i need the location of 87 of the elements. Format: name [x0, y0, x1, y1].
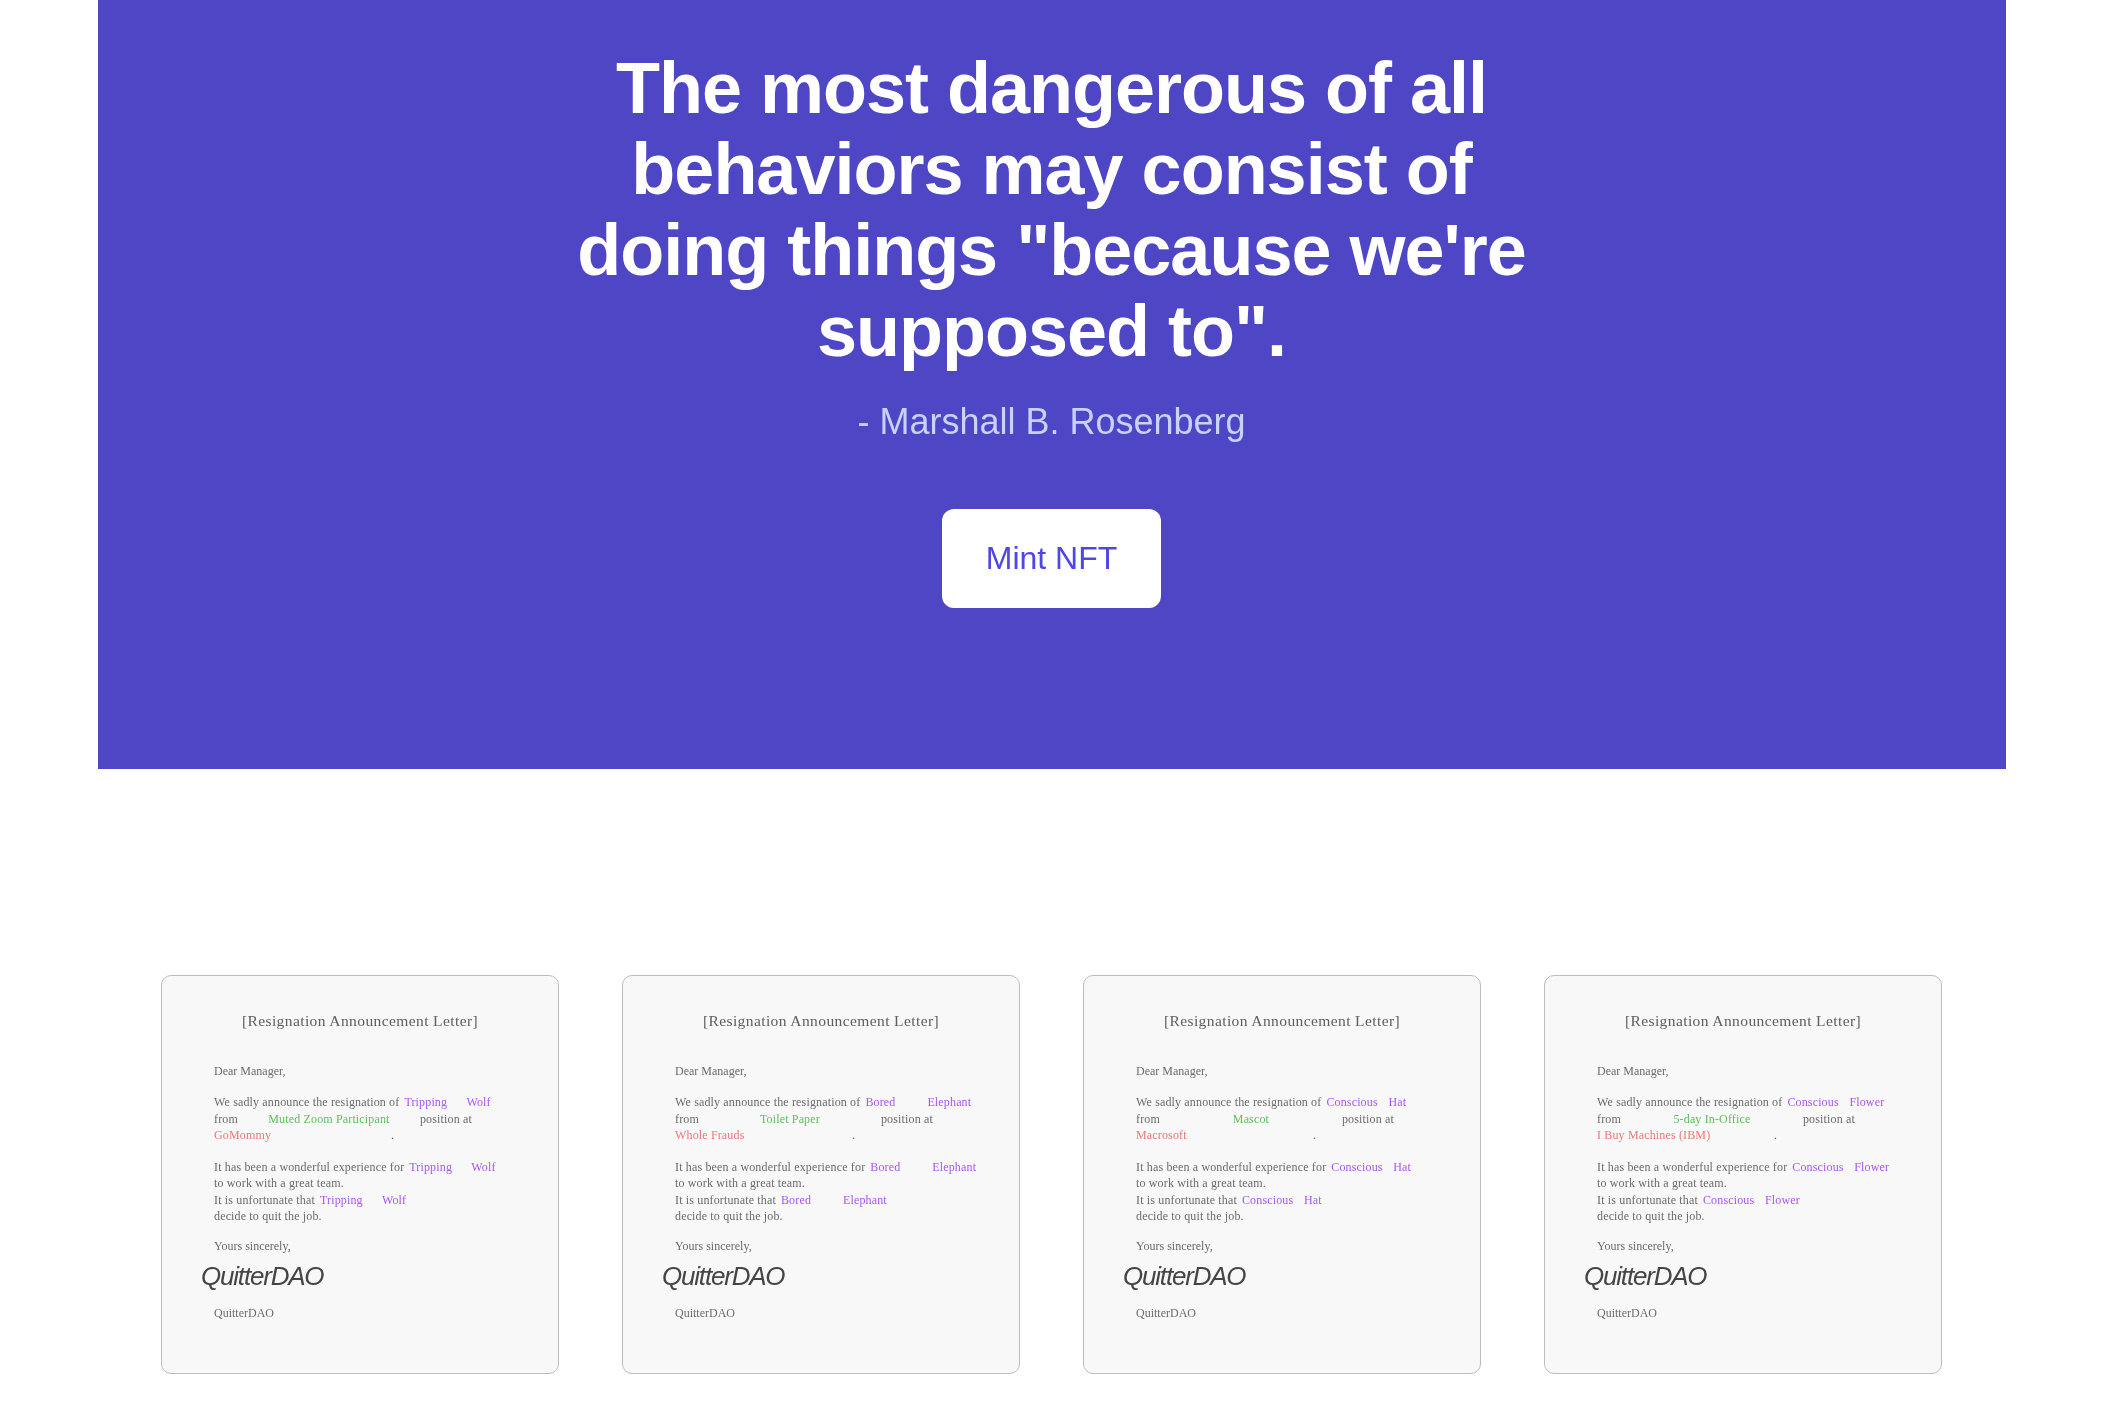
signer-name: QuitterDAO — [214, 1305, 274, 1320]
letter-greeting: Dear Manager, — [214, 1064, 286, 1078]
letter-text: It has been a wonderful experience for — [1597, 1159, 1788, 1174]
resignee-name: Conscious — [1241, 1192, 1294, 1207]
letter-text: to work with a great team. — [1136, 1176, 1266, 1190]
letter-greeting: Dear Manager, — [675, 1064, 747, 1078]
resignee-name: Conscious — [1331, 1159, 1383, 1174]
resignee-name: Conscious — [1792, 1159, 1844, 1174]
resignee-name: Flower — [1849, 1095, 1885, 1109]
letter-title: [Resignation Announcement Letter] — [1624, 1012, 1862, 1029]
signer-name: QuitterDAO — [1136, 1305, 1196, 1320]
resignee-name: Flower — [1764, 1192, 1800, 1207]
job-title: 5-day In-Office — [1673, 1111, 1751, 1126]
resignee-name: Tripping — [409, 1159, 453, 1174]
letter-text: It has been a wonderful experience for — [1136, 1159, 1327, 1174]
resignee-name: Flower — [1854, 1159, 1890, 1174]
resignee-name: Bored — [780, 1192, 812, 1207]
job-title: Mascot — [1232, 1111, 1270, 1126]
letter-text: It has been a wonderful experience for — [214, 1159, 405, 1174]
letter-text: We sadly announce the resignation of — [675, 1095, 861, 1109]
quote-heading: The most dangerous of all behaviors may consist of doing things "because we're supposed to". — [576, 48, 1527, 372]
letter-closing: Yours sincerely, — [214, 1238, 291, 1253]
letter-greeting: Dear Manager, — [1597, 1064, 1669, 1078]
letter-text: position at — [880, 1111, 933, 1126]
letter-text: . — [391, 1128, 395, 1142]
resignee-name: Wolf — [381, 1192, 407, 1207]
resignee-name: Elephant — [842, 1192, 887, 1207]
letter-text: It has been a wonderful experience for — [675, 1159, 866, 1174]
resignee-name: Hat — [1393, 1159, 1412, 1174]
signature-text: QuitterDAO — [1123, 1260, 1246, 1291]
letter-text: from — [1136, 1111, 1160, 1126]
letter-text: We sadly announce the resignation of — [214, 1095, 400, 1109]
company-name: GoMommy — [214, 1128, 272, 1142]
resignee-name: Conscious — [1326, 1095, 1378, 1109]
signature-text: QuitterDAO — [1584, 1260, 1707, 1291]
letter-text: position at — [1802, 1111, 1855, 1126]
letter-text: decide to quit the job. — [1136, 1209, 1244, 1223]
signature-text: QuitterDAO — [201, 1260, 324, 1291]
resignee-name: Tripping — [404, 1095, 448, 1109]
job-title: Muted Zoom Participant — [268, 1111, 390, 1126]
letter-text: from — [1597, 1111, 1621, 1126]
letter-closing: Yours sincerely, — [1597, 1238, 1674, 1253]
resignee-name: Elephant — [932, 1159, 977, 1174]
letter-text: It is unfortunate that — [214, 1192, 315, 1207]
company-name: Whole Frauds — [675, 1128, 745, 1142]
quote-author: - Marshall B. Rosenberg — [857, 400, 1246, 444]
letter-text: . — [1774, 1128, 1778, 1142]
mint-nft-button[interactable]: Mint NFT — [942, 509, 1161, 608]
resignee-name: Elephant — [927, 1095, 972, 1109]
letter-text: . — [852, 1128, 856, 1142]
resignee-name: Bored — [870, 1159, 901, 1174]
signature-text: QuitterDAO — [662, 1260, 785, 1291]
resignee-name: Hat — [1388, 1095, 1407, 1109]
letter-text: position at — [419, 1111, 472, 1126]
company-name: Macrosoft — [1136, 1128, 1187, 1142]
letter-greeting: Dear Manager, — [1136, 1064, 1208, 1078]
letter-text: decide to quit the job. — [675, 1209, 783, 1223]
resignee-name: Conscious — [1702, 1192, 1755, 1207]
letter-text: from — [214, 1111, 238, 1126]
letter-text: to work with a great team. — [1597, 1176, 1727, 1190]
letter-text: to work with a great team. — [214, 1176, 344, 1190]
letter-text: It is unfortunate that — [1136, 1192, 1237, 1207]
letter-text: It is unfortunate that — [1597, 1192, 1698, 1207]
job-title: Toilet Paper — [759, 1111, 820, 1126]
letter-text: from — [675, 1111, 699, 1126]
letter-text: to work with a great team. — [675, 1176, 805, 1190]
letter-text: We sadly announce the resignation of — [1136, 1095, 1322, 1109]
letter-text: . — [1313, 1128, 1317, 1142]
company-name: I Buy Machines (IBM) — [1597, 1128, 1711, 1142]
letter-closing: Yours sincerely, — [1136, 1238, 1213, 1253]
letter-closing: Yours sincerely, — [675, 1238, 752, 1253]
resignee-name: Wolf — [466, 1095, 491, 1109]
letter-title: [Resignation Announcement Letter] — [241, 1012, 479, 1029]
letter-text: It is unfortunate that — [675, 1192, 776, 1207]
letter-title: [Resignation Announcement Letter] — [702, 1012, 940, 1029]
letter-text: decide to quit the job. — [214, 1209, 322, 1223]
resignee-name: Tripping — [319, 1192, 363, 1207]
letter-text: position at — [1341, 1111, 1394, 1126]
letter-text: decide to quit the job. — [1597, 1209, 1705, 1223]
resignee-name: Hat — [1303, 1192, 1322, 1207]
signer-name: QuitterDAO — [675, 1305, 735, 1320]
resignee-name: Conscious — [1787, 1095, 1839, 1109]
resignee-name: Bored — [865, 1095, 896, 1109]
letter-text: We sadly announce the resignation of — [1597, 1095, 1783, 1109]
signer-name: QuitterDAO — [1597, 1305, 1657, 1320]
letter-title: [Resignation Announcement Letter] — [1163, 1012, 1401, 1029]
resignee-name: Wolf — [471, 1159, 496, 1174]
